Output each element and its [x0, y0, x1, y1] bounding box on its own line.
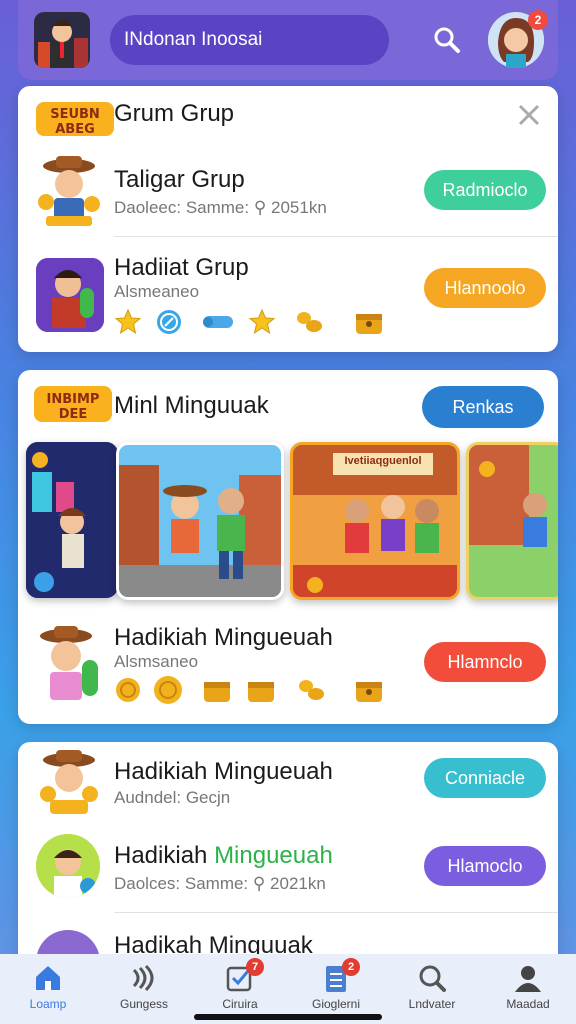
nav-label: Ciruira: [222, 997, 258, 1011]
treasure-box-icon: [202, 676, 230, 704]
minigame-logo: INBIMP DEE: [32, 380, 116, 428]
signal-icon: [128, 962, 160, 994]
list-item[interactable]: Taligar Grup Daoleec: Samme: ⚲ 2051kn Ra…: [18, 148, 558, 236]
list-item[interactable]: Hadiiat Grup Alsmeaneo Hlannoolo: [18, 238, 558, 348]
item-subtitle: Audndel: Gecjn: [114, 788, 231, 807]
card-title: Minl Minguuak: [114, 392, 269, 419]
treasure-box-icon: [246, 676, 274, 704]
top-bar: INdonan Inoosai 2: [18, 0, 558, 80]
minigame-card: INBIMP DEE Minl Minguuak Renkas Ivetiiaq…: [18, 370, 558, 724]
treasure-box-icon: [354, 308, 382, 336]
nav-journal[interactable]: 2 Gioglerni: [296, 958, 376, 1011]
item-subtitle: Daolces: Samme: ⚲ 2021kn: [114, 874, 326, 893]
treasure-box-icon: [354, 676, 382, 704]
action-button[interactable]: Hlamnclo: [424, 642, 546, 682]
close-button[interactable]: [514, 100, 544, 130]
search-input[interactable]: INdonan Inoosai: [110, 15, 390, 65]
coin-icon: [114, 676, 142, 704]
nav-label: Loamp: [29, 997, 67, 1011]
nav-label: Lndvater: [408, 997, 456, 1011]
item-title: Taligar Grup: [114, 166, 245, 193]
list-item[interactable]: Hadikiah Mingueuah Alsmsaneo Hlamnclo: [18, 610, 558, 720]
svg-text:ABEG: ABEG: [55, 122, 95, 137]
nav-badge: 7: [246, 958, 264, 976]
scroll-icon: [201, 308, 235, 336]
item-title: Hadikiah Mingueuah: [114, 842, 333, 870]
home-icon: [32, 962, 64, 994]
nav-home[interactable]: Loamp: [8, 962, 88, 1011]
cowboy-avatar-icon: [36, 154, 102, 226]
action-button[interactable]: Conniacle: [424, 758, 546, 798]
divider: [114, 912, 558, 913]
action-button[interactable]: Radmioclo: [424, 170, 546, 210]
profile-avatar[interactable]: 2: [488, 10, 548, 68]
game-thumbnail[interactable]: Ivetiiaqguenlol: [290, 442, 460, 600]
nav-profile[interactable]: Maadad: [488, 962, 568, 1011]
game-app-icon: [36, 258, 104, 332]
notification-badge: 2: [528, 10, 548, 30]
bottom-navigation: Loamp Gungess 7 Ciruira 2 Gioglerni Lndv…: [0, 954, 576, 1024]
profile-icon: [512, 962, 544, 994]
item-subtitle: Daoleec: Samme: ⚲ 2051kn: [114, 198, 327, 217]
star-icon: [248, 308, 276, 336]
item-title: Hadikiah Mingueuah: [114, 624, 333, 651]
cowboy-avatar-icon: [36, 748, 102, 816]
svg-text:SEUBN: SEUBN: [50, 107, 100, 122]
nav-label: Maadad: [506, 997, 550, 1011]
star-icon: [114, 308, 142, 336]
item-title-prefix: Hadikiah: [114, 842, 215, 869]
divider: [114, 236, 558, 237]
nav-games[interactable]: Gungess: [104, 962, 184, 1011]
action-button[interactable]: Hlannoolo: [424, 268, 546, 308]
game-thumbnail[interactable]: [466, 442, 558, 600]
card-title: Grum Grup: [114, 100, 235, 127]
item-title: Hadiiat Grup: [114, 254, 249, 281]
nav-label: Gungess: [119, 997, 169, 1011]
header-action-button[interactable]: Renkas: [422, 386, 544, 428]
nav-label: Gioglerni: [311, 997, 361, 1011]
item-title: Hadikiah Mingueuah: [114, 758, 333, 785]
svg-text:INBIMP: INBIMP: [47, 392, 100, 407]
list-item[interactable]: Hadikiah Mingueuah Daolces: Samme: ⚲ 202…: [18, 824, 558, 912]
avatar: [36, 834, 100, 898]
search-icon: [416, 962, 448, 994]
coin-icon: [152, 674, 184, 706]
banner-text: Ivetiiaqguenlol: [344, 455, 422, 467]
coin-stack-icon: [294, 308, 322, 336]
search-button[interactable]: [429, 22, 464, 58]
cowboy-avatar-icon: [34, 624, 106, 704]
search-icon: [434, 27, 460, 53]
item-title-highlight: Mingueuah: [214, 842, 333, 869]
mingueuah-card: Hadikiah Mingueuah Audndel: Gecjn Connia…: [18, 742, 558, 982]
app-logo[interactable]: [34, 12, 90, 68]
grum-logo: SEUBN ABEG: [34, 96, 118, 142]
game-thumbnail[interactable]: [26, 442, 118, 598]
close-icon: [518, 104, 540, 126]
coin-stack-icon: [296, 676, 324, 704]
svg-text:DEE: DEE: [59, 407, 88, 422]
nav-search[interactable]: Lndvater: [392, 962, 472, 1011]
item-subtitle: Alsmsaneo: [114, 652, 199, 671]
compass-icon: [155, 308, 183, 336]
nav-badge: 2: [342, 958, 360, 976]
home-indicator: [194, 1014, 382, 1020]
item-subtitle: Alsmeaneo: [114, 282, 200, 301]
search-input-text: INdonan Inoosai: [124, 29, 263, 50]
nav-tasks[interactable]: 7 Ciruira: [200, 958, 280, 1011]
list-item[interactable]: Hadikiah Mingueuah Audndel: Gecjn Connia…: [18, 742, 558, 824]
action-button[interactable]: Hlamoclo: [424, 846, 546, 886]
group-card: SEUBN ABEG Grum Grup Taligar Grup Daolee…: [18, 86, 558, 352]
game-thumbnail[interactable]: [116, 442, 284, 600]
